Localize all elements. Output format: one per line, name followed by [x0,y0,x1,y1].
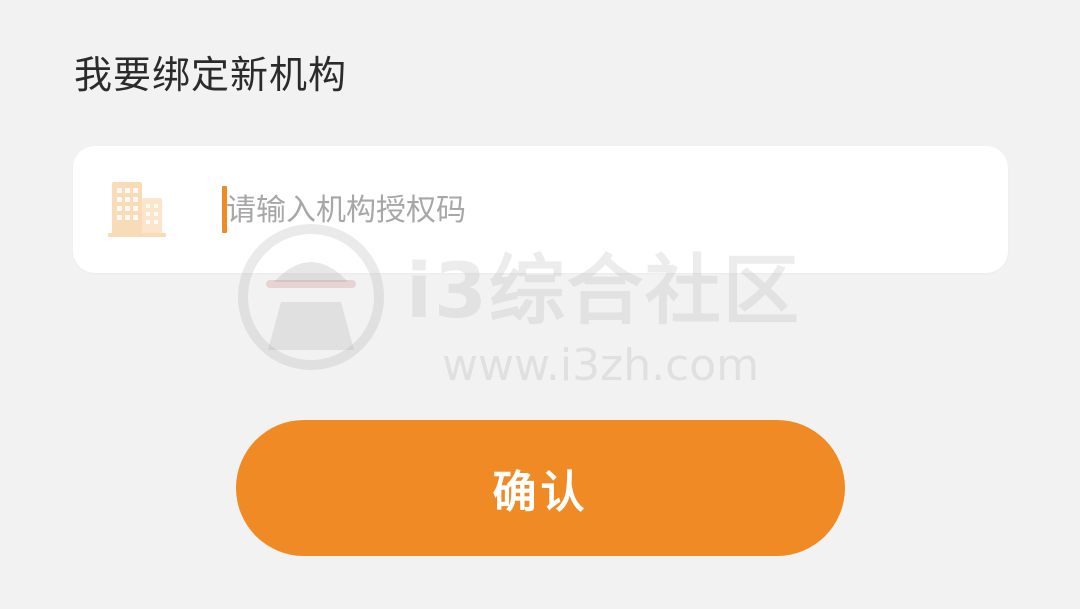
watermark-url: www.i3zh.com [442,340,760,391]
page-title: 我要绑定新机构 [74,53,348,97]
confirm-button[interactable]: 确认 [236,420,845,556]
auth-code-input[interactable] [226,182,966,238]
building-icon [108,182,166,237]
